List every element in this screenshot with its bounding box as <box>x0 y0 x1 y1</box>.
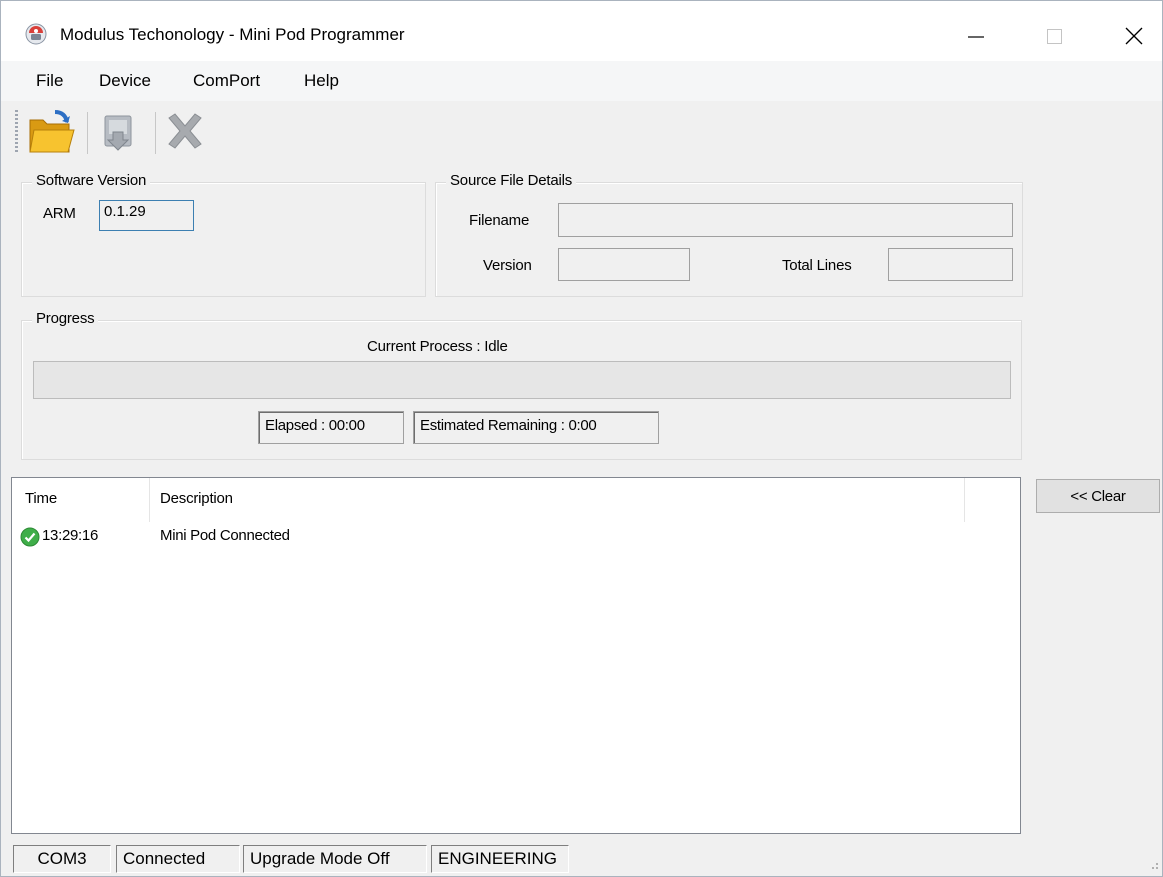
status-mode: ENGINEERING <box>431 845 569 873</box>
window-title: Modulus Techonology - Mini Pod Programme… <box>60 25 405 44</box>
status-upgrade-mode: Upgrade Mode Off <box>243 845 427 873</box>
progress-bar <box>33 361 1011 399</box>
version-label: Version <box>483 257 532 274</box>
minimize-icon <box>968 36 984 38</box>
app-logo-icon <box>25 23 47 45</box>
total-lines-label: Total Lines <box>782 257 852 274</box>
event-log-list[interactable]: Time Description 13:29:16 Mini Pod Conne… <box>11 477 1021 834</box>
open-file-button[interactable] <box>25 106 77 160</box>
group-title: Software Version <box>32 172 151 189</box>
source-file-details-group: Source File Details Filename Version Tot… <box>435 172 1023 297</box>
group-title: Progress <box>32 310 99 327</box>
current-process-label: Current Process : Idle <box>367 338 508 355</box>
arm-version-field[interactable]: 0.1.29 <box>99 200 194 231</box>
column-divider[interactable] <box>149 478 150 522</box>
open-folder-icon <box>29 110 75 153</box>
success-check-icon <box>20 527 40 547</box>
download-program-icon <box>104 115 132 151</box>
cancel-button[interactable] <box>159 106 211 160</box>
toolbar <box>1 102 1162 164</box>
column-header-description[interactable]: Description <box>160 490 233 507</box>
minimize-button[interactable] <box>954 13 1000 57</box>
status-com-port: COM3 <box>13 845 111 873</box>
status-bar: COM3 Connected Upgrade Mode Off ENGINEER… <box>1 842 1162 876</box>
progress-group: Progress Current Process : Idle Elapsed … <box>21 310 1022 460</box>
elapsed-time: Elapsed : 00:00 <box>258 411 404 444</box>
program-device-button[interactable] <box>95 106 147 160</box>
group-title: Source File Details <box>446 172 577 189</box>
arm-label: ARM <box>43 205 76 222</box>
status-connection: Connected <box>116 845 240 873</box>
log-time: 13:29:16 <box>42 527 98 544</box>
title-bar[interactable]: Modulus Techonology - Mini Pod Programme… <box>1 1 1162 69</box>
clear-button[interactable]: << Clear <box>1036 479 1160 513</box>
toolbar-separator <box>87 112 88 154</box>
column-divider[interactable] <box>964 478 965 522</box>
filename-field[interactable] <box>558 203 1013 237</box>
version-field[interactable] <box>558 248 690 281</box>
filename-label: Filename <box>469 212 530 229</box>
cancel-x-icon <box>168 113 202 149</box>
list-item[interactable]: 13:29:16 Mini Pod Connected <box>12 524 1020 550</box>
resize-grip-icon[interactable] <box>1147 858 1159 870</box>
close-icon <box>1125 27 1143 45</box>
column-header-time[interactable]: Time <box>25 490 57 507</box>
maximize-icon <box>1047 29 1062 44</box>
menu-help[interactable]: Help <box>304 71 339 91</box>
menu-device[interactable]: Device <box>99 71 151 91</box>
total-lines-field[interactable] <box>888 248 1013 281</box>
menu-file[interactable]: File <box>36 71 63 91</box>
log-description: Mini Pod Connected <box>160 527 290 544</box>
menu-comport[interactable]: ComPort <box>193 71 260 91</box>
toolbar-separator <box>155 112 156 154</box>
software-version-group: Software Version ARM 0.1.29 <box>21 172 426 297</box>
close-button[interactable] <box>1111 13 1157 57</box>
main-window: Modulus Techonology - Mini Pod Programme… <box>0 0 1163 877</box>
estimated-remaining: Estimated Remaining : 0:00 <box>413 411 659 444</box>
menu-bar: File Device ComPort Help <box>1 61 1162 101</box>
toolbar-grip[interactable] <box>15 110 18 154</box>
maximize-button[interactable] <box>1034 13 1080 57</box>
